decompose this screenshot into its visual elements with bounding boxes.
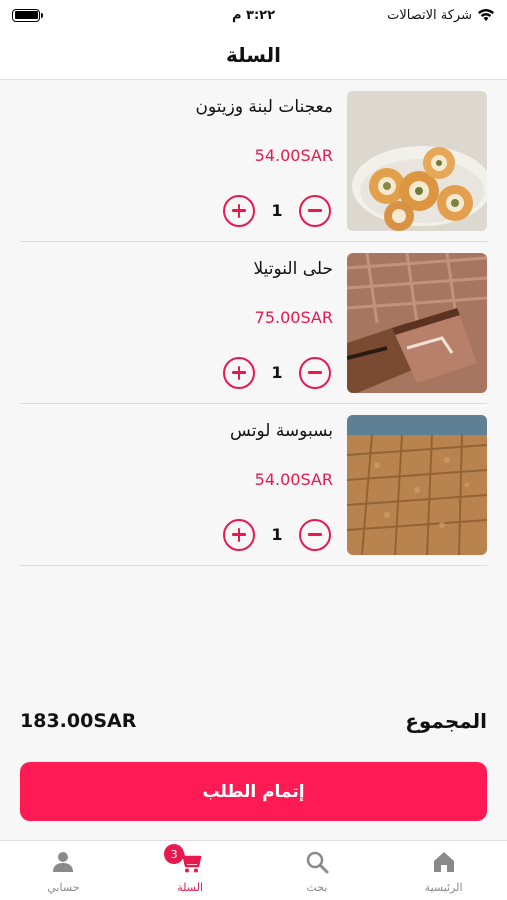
status-bar: ٣:٢٢ م شركة الاتصالات	[0, 0, 507, 30]
item-price: 75.00SAR	[254, 308, 333, 327]
increase-button[interactable]	[223, 194, 255, 227]
cart-list: معجنات لبنة وزيتون 54.00SAR 1 حلى النوتي…	[20, 80, 487, 566]
cart-item: حلى النوتيلا 75.00SAR 1	[20, 242, 487, 404]
tab-label: بحث	[306, 881, 328, 894]
item-name: بسبوسة لوتس	[230, 420, 333, 441]
cart-item: بسبوسة لوتس 54.00SAR 1	[20, 404, 487, 566]
quantity-stepper: 1	[223, 194, 333, 227]
quantity-value: 1	[271, 525, 283, 544]
quantity-stepper: 1	[223, 518, 333, 551]
decrease-button[interactable]	[299, 356, 331, 389]
checkout-button[interactable]: إتمام الطلب	[20, 762, 487, 821]
tab-home[interactable]: الرئيسية	[380, 841, 507, 900]
total-row: 183.00SAR المجموع	[20, 703, 487, 739]
status-right: شركة الاتصالات	[335, 8, 495, 23]
item-price: 54.00SAR	[254, 146, 333, 165]
item-info: بسبوسة لوتس 54.00SAR 1	[20, 415, 333, 555]
tab-account[interactable]: حسابي	[0, 841, 127, 900]
item-info: حلى النوتيلا 75.00SAR 1	[20, 253, 333, 393]
status-left	[12, 8, 172, 22]
status-time: ٣:٢٢ م	[231, 7, 276, 23]
person-icon	[50, 849, 76, 875]
battery-icon	[12, 8, 43, 22]
cart-icon: 3	[164, 844, 203, 875]
page-title: السلة	[225, 42, 281, 67]
quantity-value: 1	[271, 363, 283, 382]
tab-label: السلة	[177, 881, 203, 894]
cart-badge: 3	[164, 844, 185, 864]
pastries-image	[347, 90, 487, 231]
total-value: 183.00SAR	[20, 710, 137, 732]
tab-search[interactable]: بحث	[254, 841, 381, 900]
decrease-button[interactable]	[299, 194, 331, 227]
quantity-value: 1	[271, 201, 283, 220]
tab-label: الرئيسية	[424, 881, 463, 894]
increase-button[interactable]	[223, 356, 255, 389]
tab-bar: الرئيسية بحث 3 السلة حسابي	[0, 840, 507, 900]
decrease-button[interactable]	[299, 518, 331, 551]
quantity-stepper: 1	[223, 356, 333, 389]
basbousa-image	[347, 414, 487, 555]
cart-item: معجنات لبنة وزيتون 54.00SAR 1	[20, 80, 487, 242]
home-icon	[431, 849, 457, 875]
item-name: حلى النوتيلا	[253, 258, 333, 279]
increase-button[interactable]	[223, 518, 255, 551]
item-price: 54.00SAR	[254, 470, 333, 489]
total-label: المجموع	[405, 709, 487, 733]
carrier-name: شركة الاتصالات	[387, 7, 472, 23]
item-name: معجنات لبنة وزيتون	[195, 96, 333, 117]
wifi-icon	[477, 9, 494, 21]
search-icon	[304, 849, 330, 875]
tab-label: حسابي	[47, 881, 80, 894]
item-info: معجنات لبنة وزيتون 54.00SAR 1	[20, 91, 333, 231]
nutella-dessert-image	[347, 252, 487, 393]
tab-cart[interactable]: 3 السلة	[127, 841, 254, 900]
header: السلة	[0, 30, 507, 80]
